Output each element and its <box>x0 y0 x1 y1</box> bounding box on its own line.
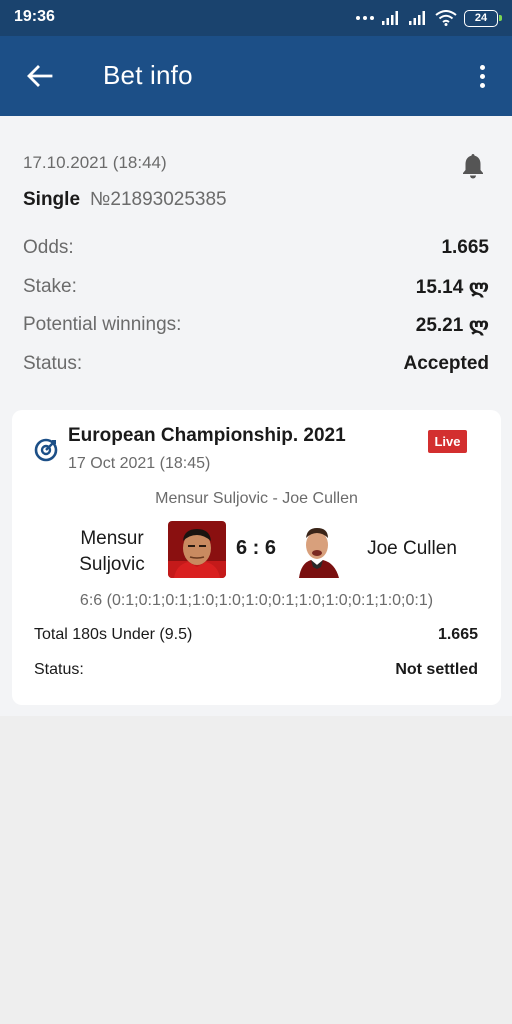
more-dots-icon <box>356 16 374 20</box>
potential-winnings-value: 25.21 ლ <box>415 315 489 336</box>
status-value: Accepted <box>403 353 489 374</box>
signal-icon <box>382 11 398 25</box>
darts-target-icon <box>34 438 58 462</box>
bell-icon[interactable] <box>458 151 488 181</box>
odds-row: Odds: 1.665 <box>23 237 489 263</box>
event-card[interactable]: European Championship. 2021 17 Oct 2021 … <box>12 410 501 705</box>
bet-number: №21893025385 <box>90 189 227 210</box>
signal-icon <box>409 11 425 25</box>
player1-avatar <box>168 521 226 578</box>
player1-name: Mensur Suljovic <box>79 528 145 575</box>
player2-avatar <box>293 521 345 578</box>
event-status-value: Not settled <box>395 661 478 678</box>
bet-details: 17.10.2021 (18:44) Single №21893025385 O… <box>0 116 512 716</box>
tournament-name: European Championship. 2021 <box>68 425 346 446</box>
match-title: Mensur Suljovic - Joe Cullen <box>155 490 358 507</box>
status-time: 19:36 <box>14 8 55 25</box>
match-score: 6 : 6 <box>235 537 277 559</box>
potential-winnings-row: Potential winnings: 25.21 ლ <box>23 314 489 340</box>
market-label: Total 180s Under (9.5) <box>34 626 193 643</box>
live-badge: Live <box>428 430 467 453</box>
more-vertical-icon[interactable] <box>472 58 492 94</box>
status-label: Status: <box>23 353 83 374</box>
potential-winnings-label: Potential winnings: <box>23 314 182 335</box>
arrow-left-icon <box>27 65 53 87</box>
stake-label: Stake: <box>23 276 77 297</box>
odds-label: Odds: <box>23 237 74 258</box>
event-status-row: Status: Not settled <box>34 661 478 683</box>
odds-value: 1.665 <box>441 237 489 258</box>
event-status-label: Status: <box>34 661 84 678</box>
status-row: Status: Accepted <box>23 353 489 379</box>
market-odds: 1.665 <box>437 626 478 643</box>
battery-icon: 24 <box>464 9 502 27</box>
stake-row: Stake: 15.14 ლ <box>23 276 489 302</box>
status-bar: 19:36 24 <box>0 0 512 36</box>
app-bar: Bet info <box>0 36 512 116</box>
set-scores: 6:6 (0:1;0:1;0:1;1:0;1:0;1:0;0:1;1:0;1:0… <box>79 592 434 609</box>
page-title: Bet info <box>103 60 193 90</box>
bet-date: 17.10.2021 (18:44) <box>23 153 167 172</box>
status-icons: 24 <box>356 7 502 29</box>
market-row: Total 180s Under (9.5) 1.665 <box>34 626 478 648</box>
player2-name: Joe Cullen <box>367 538 457 559</box>
back-button[interactable] <box>22 58 58 94</box>
event-date: 17 Oct 2021 (18:45) <box>68 455 211 472</box>
wifi-icon <box>435 10 457 26</box>
stake-value: 15.14 ლ <box>415 277 489 298</box>
bet-type: Single <box>23 189 81 210</box>
